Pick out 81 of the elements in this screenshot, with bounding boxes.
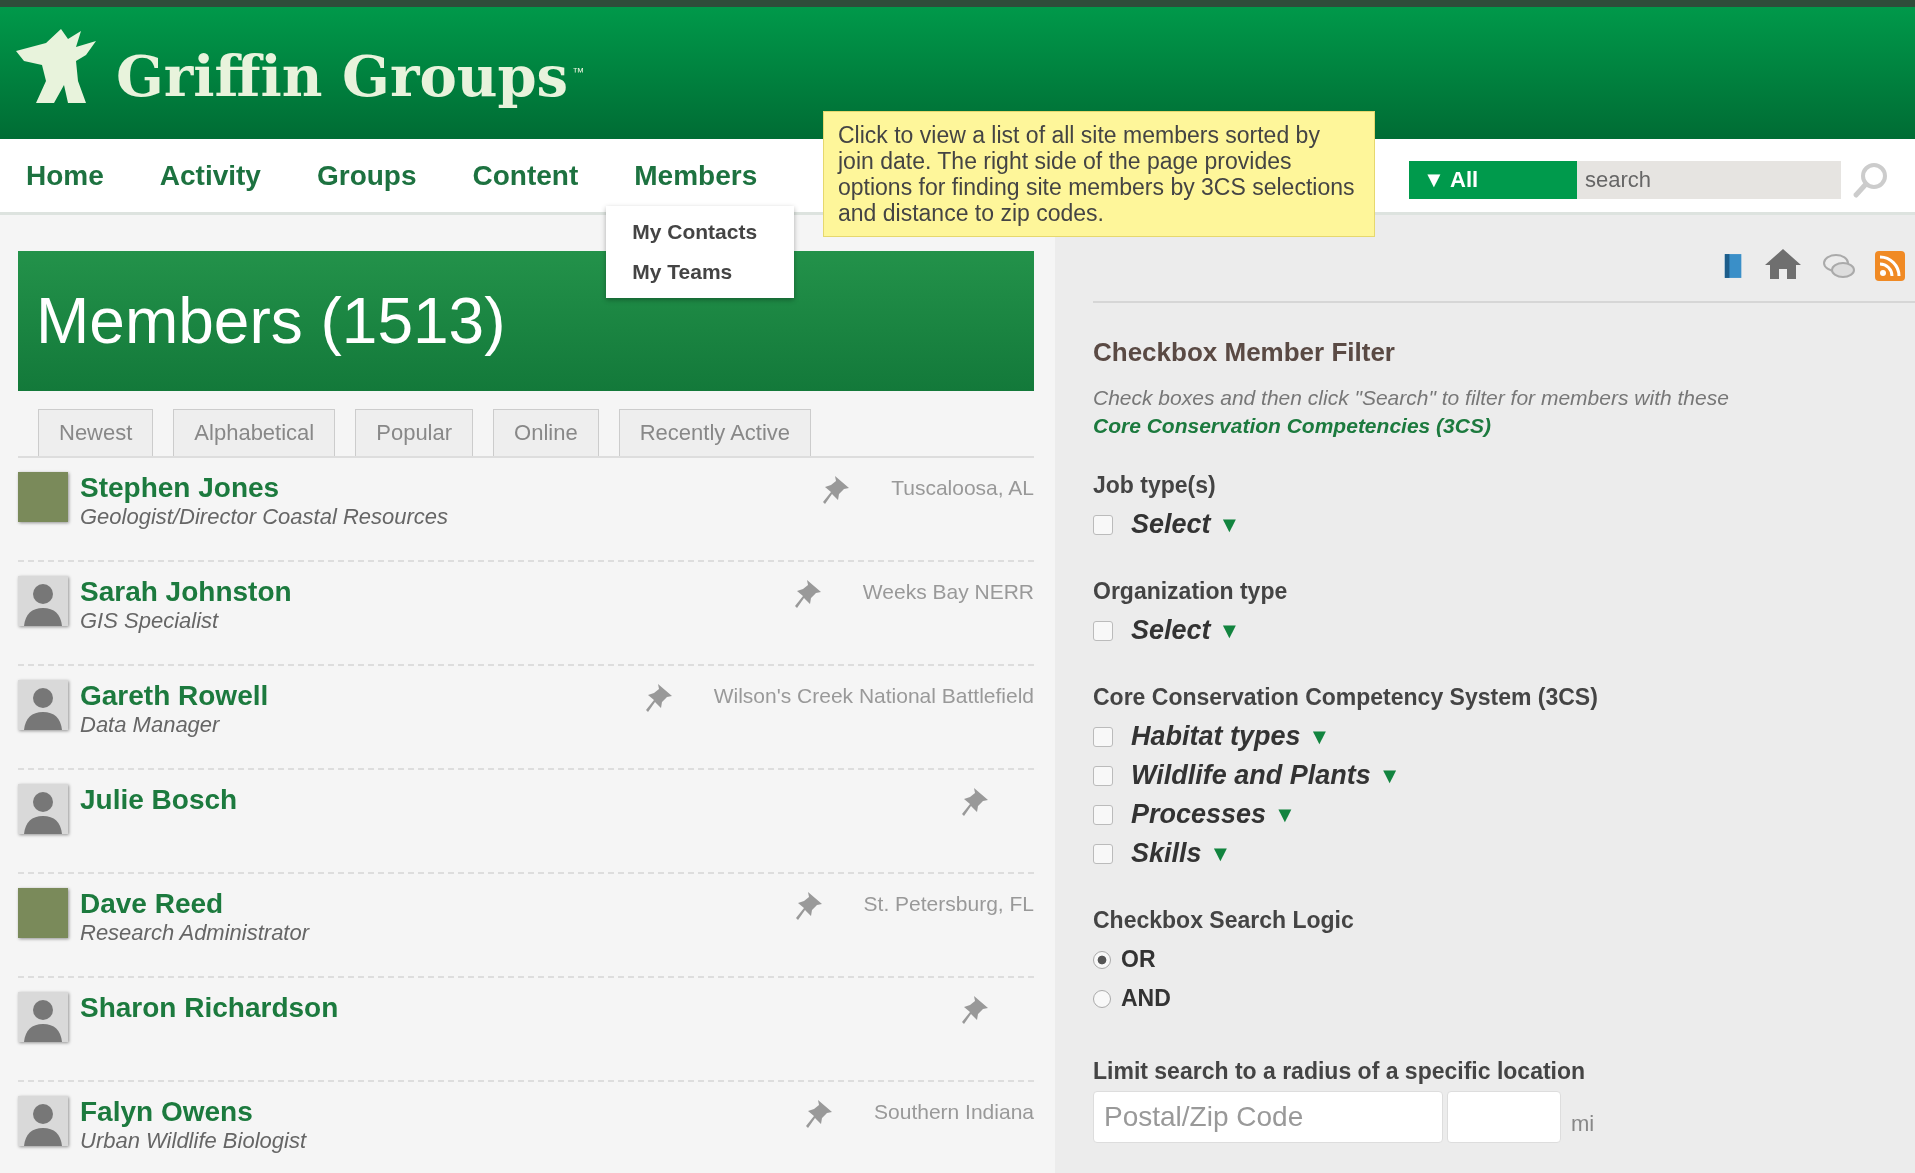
member-name-link[interactable]: Gareth Rowell (80, 680, 644, 712)
tab[interactable]: Newest (38, 409, 154, 456)
tab[interactable]: Online (493, 409, 599, 456)
member-name-link[interactable]: Sharon Richardson (80, 992, 960, 1024)
scope-dropdown-button[interactable]: ▼ All (1409, 161, 1577, 199)
radio-label[interactable]: OR (1121, 946, 1156, 973)
member-location: Tuscaloosa, AL (891, 476, 1034, 500)
member-job-title: Data Manager (80, 712, 221, 738)
option-dropdown-label[interactable]: Processes (1131, 799, 1267, 830)
dropdown-arrow-icon[interactable]: ▼ (1274, 801, 1296, 828)
member-location: Southern Indiana (874, 1100, 1034, 1124)
distance-field[interactable] (1447, 1091, 1561, 1143)
filter-group-label: Checkbox Search Logic (1093, 907, 1355, 934)
member-location: St. Petersburg, FL (863, 892, 1034, 916)
filter-group-label: Limit search to a radius of a specific location (1093, 1058, 1587, 1085)
tab[interactable]: Alphabetical (173, 409, 336, 456)
member-name-link[interactable]: Sarah Johnston (80, 576, 793, 608)
nav-link[interactable]: Activity (159, 159, 261, 191)
filter-heading: Checkbox Member Filter (1093, 337, 1396, 368)
member-name-link[interactable]: Dave Reed (80, 888, 794, 920)
nav-link[interactable]: Members (634, 159, 758, 191)
member-name-link[interactable]: Falyn Owens (80, 1096, 805, 1128)
menu-item[interactable]: My Contacts (606, 211, 795, 252)
member-name-link[interactable]: Julie Bosch (80, 784, 960, 816)
member-job-title: Research Administrator (80, 920, 311, 946)
search-field[interactable]: search (1577, 161, 1841, 199)
option-dropdown-label[interactable]: Skills (1131, 838, 1202, 869)
filter-group-label: Organization type (1093, 578, 1289, 605)
checkbox[interactable] (1093, 765, 1113, 786)
member-location: Weeks Bay NERR (862, 580, 1034, 604)
filter-intro-text: Check boxes and then click "Search" to filter for members with these (1093, 386, 1730, 410)
member-job-title: GIS Specialist (80, 608, 220, 634)
pushpin-icon[interactable] (792, 578, 823, 610)
competencies-link[interactable]: Core Conservation Competencies (3CS) (1093, 414, 1915, 438)
dropdown-arrow-icon[interactable]: ▼ (1209, 840, 1232, 867)
pushpin-icon[interactable] (960, 994, 990, 1026)
checkbox[interactable] (1093, 726, 1113, 747)
member-location: Wilson's Creek National Battlefield (713, 684, 1034, 708)
dropdown-arrow-icon[interactable]: ▼ (1218, 511, 1241, 538)
nav-link[interactable]: Groups (316, 159, 417, 191)
dropdown-arrow-icon[interactable]: ▼ (1218, 617, 1241, 644)
unit-label: mi (1571, 1111, 1595, 1137)
chat-bubbles-icon[interactable] (1821, 251, 1857, 281)
page-title: Members (1513) (36, 284, 506, 358)
radio-button[interactable] (1093, 950, 1111, 969)
member-job-title: Urban Wildlife Biologist (80, 1128, 308, 1154)
radio-label[interactable]: AND (1121, 985, 1171, 1012)
postal-code-field[interactable]: Postal/Zip Code (1093, 1091, 1443, 1143)
nav-link[interactable]: Content (472, 159, 579, 191)
avatar-icon[interactable] (18, 784, 68, 834)
checkbox[interactable] (1093, 804, 1113, 825)
site-logo-text[interactable]: Griffin Groups (116, 43, 569, 109)
dropdown-arrow-icon[interactable]: ▼ (1308, 723, 1331, 750)
trademark-mark: ™ (572, 65, 585, 79)
option-dropdown-label[interactable]: Habitat types (1131, 721, 1301, 752)
pushpin-icon[interactable] (960, 786, 990, 818)
dropdown-arrow-icon[interactable]: ▼ (1378, 762, 1401, 789)
checkbox[interactable] (1093, 620, 1113, 641)
option-dropdown-label[interactable]: Select (1131, 509, 1211, 540)
filter-group-label: Job type(s) (1093, 472, 1217, 499)
rss-icon[interactable] (1875, 251, 1905, 281)
checkbox[interactable] (1093, 514, 1113, 535)
avatar-icon[interactable] (18, 992, 68, 1042)
radio-button[interactable] (1093, 989, 1111, 1008)
option-dropdown-label[interactable]: Wildlife and Plants (1131, 760, 1371, 791)
tooltip: Click to view a list of all site members sorted by join date. The right side of the page provides options for finding site members by 3CS selections and distance to zip codes. (823, 111, 1375, 237)
pushpin-icon[interactable] (643, 682, 674, 714)
checkbox[interactable] (1093, 843, 1113, 864)
pushpin-icon[interactable] (793, 890, 824, 922)
member-name-link[interactable]: Stephen Jones (80, 472, 822, 504)
nav-link[interactable]: Home (26, 159, 104, 191)
avatar-icon[interactable] (18, 1096, 68, 1146)
avatar-icon[interactable] (18, 680, 68, 730)
member-job-title: Geologist/Director Coastal Resources (80, 504, 450, 530)
option-dropdown-label[interactable]: Select (1131, 615, 1211, 646)
filter-group-label: Core Conservation Competency System (3CS) (1093, 684, 1599, 711)
tab[interactable]: Popular (355, 409, 474, 456)
tab[interactable]: Recently Active (618, 409, 812, 456)
home-icon[interactable] (1763, 247, 1803, 281)
avatar-icon[interactable] (18, 576, 68, 626)
menu-item[interactable]: My Teams (606, 251, 795, 292)
